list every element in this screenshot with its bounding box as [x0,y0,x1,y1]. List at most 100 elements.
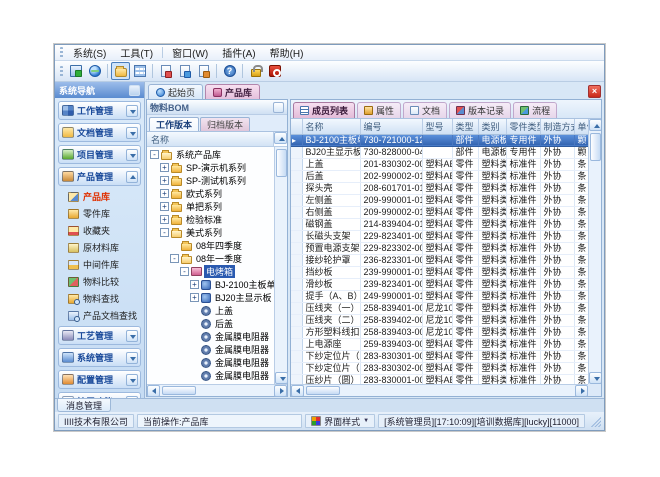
sidebar-item-material-compare[interactable]: 物料比较 [68,275,141,288]
scrollbar-thumb[interactable] [276,149,287,177]
expander-icon[interactable] [190,332,199,341]
chevron-icon[interactable] [126,149,138,161]
expander-icon[interactable] [170,241,179,250]
tab-workflow[interactable]: 流程 [513,102,557,118]
table-row[interactable]: 滑纱板 239-823401-00E 塑料ABS 零件 塑料类 标准件 外协 条 [291,278,588,290]
sidebar-group-system[interactable]: 系统管理 [58,348,141,367]
toolbar-grip[interactable] [60,66,63,77]
chevron-icon[interactable] [126,396,138,399]
tree-node[interactable]: + SP-演示机系列 [147,161,274,174]
menubar-grip[interactable] [60,47,63,58]
table-row[interactable]: 左侧盖 209-990001-01E 塑料ABS 零件 塑料类 标准件 外协 条 [291,194,588,206]
help-icon[interactable]: ? [220,62,239,80]
sidebar-group-product[interactable]: 产品管理 [58,167,141,186]
table-row[interactable]: 预置电源支架 229-823302-00E 塑料ABS 零件 塑料类 标准件 外… [291,242,588,254]
table-row[interactable]: 方形塑料线扣 258-839403-00E 尼龙1010 零件 塑料类 标准件 … [291,326,588,338]
tree-node[interactable]: + BJ20主显示板 [147,291,274,304]
column-header[interactable]: 型号 [422,119,452,134]
expander-icon[interactable]: + [160,163,169,172]
tab-documents[interactable]: 文档 [403,102,447,118]
scroll-up-icon[interactable] [274,132,287,144]
column-header[interactable]: 单位 [574,119,588,134]
expander-icon[interactable]: - [180,267,189,276]
column-header[interactable]: 类别 [478,119,506,134]
menu-item[interactable]: 插件(A) [215,44,262,61]
sidebar-group-process[interactable]: 工艺管理 [58,326,141,345]
expander-icon[interactable] [190,371,199,380]
chevron-icon[interactable] [126,171,138,183]
tab-message-management[interactable]: 消息管理 [57,399,111,412]
chevron-icon[interactable] [126,127,138,139]
sidebar-group-project[interactable]: 项目管理 [58,145,141,164]
menu-item[interactable]: 系统(S) [66,44,113,61]
table-row[interactable]: 压纱片（圆） 283-830001-00E 塑料ABS 零件 塑料类 标准件 外… [291,374,588,384]
tree-node[interactable]: - 美式系列 [147,226,274,239]
tab-properties[interactable]: 属性 [357,102,401,118]
sidebar-item-part-library[interactable]: 零件库 [68,207,141,220]
expander-icon[interactable]: - [150,150,159,159]
chevron-icon[interactable] [126,330,138,342]
tree-vertical-scrollbar[interactable] [274,147,287,384]
sidebar-item-material-search[interactable]: 物料查找 [68,292,141,305]
tree-node[interactable]: 上盖 [147,304,274,317]
sidebar-item-favorites[interactable]: 收藏夹 [68,224,141,237]
table-row[interactable]: 提手（A、B） 249-990001-01E 塑料ABS 零件 塑料类 标准件 … [291,290,588,302]
tab-start-page[interactable]: 起始页 [148,84,203,99]
table-row[interactable]: 上盖 201-830302-00E 塑料ABS 零件 塑料类 标准件 外协 条 [291,158,588,170]
tree-node[interactable]: + 欧式系列 [147,187,274,200]
expander-icon[interactable]: + [160,215,169,224]
sidebar-item-raw-material-library[interactable]: 原材料库 [68,241,141,254]
tree-node[interactable]: 金属膜电阻器 [147,356,274,369]
table-row[interactable]: ▸ BJ-2100主板单点 730-721000-12E 部件 电源板 专用件 … [291,134,588,146]
scroll-down-icon[interactable] [589,372,601,384]
report-grid-icon[interactable] [130,62,149,80]
tree-node[interactable]: 金属膜电阻器 [147,369,274,382]
expander-icon[interactable]: + [190,280,199,289]
expander-icon[interactable] [190,345,199,354]
table-row[interactable]: 长磁头支架 229-823401-00E 塑料ABS 零件 塑料类 标准件 外协… [291,230,588,242]
scroll-right-icon[interactable] [274,385,287,397]
pin-button[interactable] [273,102,284,113]
tree-node[interactable]: + SP-测试机系列 [147,174,274,187]
sidebar-item-product-doc-search[interactable]: 产品文档查找 [68,309,141,322]
table-row[interactable]: 上电源座 259-839403-00E 塑料ABS 零件 塑料类 标准件 外协 … [291,338,588,350]
scroll-left-icon[interactable] [291,385,304,397]
tree-node[interactable]: 金属膜电阻器 [147,330,274,343]
tab-working-version[interactable]: 工作版本 [149,117,199,131]
menu-item[interactable]: 工具(T) [113,44,160,61]
table-vertical-scrollbar[interactable] [588,119,601,384]
column-header[interactable]: 名称 [302,119,360,134]
tree-node[interactable]: - 系统产品库 [147,148,274,161]
tab-product-library[interactable]: 产品库 [205,84,260,99]
chevron-icon[interactable] [126,374,138,386]
resize-grip[interactable] [589,415,601,427]
tree-node[interactable]: 后盖 [147,317,274,330]
close-tab-button[interactable]: × [588,85,601,98]
menu-item[interactable]: 窗口(W) [165,44,215,61]
expander-icon[interactable] [190,358,199,367]
menu-item[interactable]: 帮助(H) [263,44,311,61]
scrollbar-thumb[interactable] [306,386,340,395]
tree-node[interactable]: 08年四季度 [147,239,274,252]
screen-icon[interactable] [66,62,85,80]
sidebar-group-configuration[interactable]: 配置管理 [58,370,141,389]
column-name[interactable]: 名称 [147,132,274,146]
sidebar-item-product-library[interactable]: 产品库 [68,190,141,203]
sidebar-item-intermediate-library[interactable]: 中间件库 [68,258,141,271]
table-row[interactable]: BJ20主显示板 730-828000-04E 部件 电源板 专用件 外协 颗 [291,146,588,158]
sidebar-options-button[interactable] [129,85,140,96]
tab-archived-version[interactable]: 归档版本 [200,117,250,131]
lock-icon[interactable] [246,62,265,80]
column-header[interactable]: 编号 [360,119,422,134]
tab-member-list[interactable]: 成员列表 [293,102,355,118]
sidebar-group-work[interactable]: 工作管理 [58,101,141,120]
tree-node[interactable]: + 检验标准 [147,213,274,226]
expander-icon[interactable] [190,319,199,328]
scrollbar-thumb[interactable] [162,386,196,395]
table-horizontal-scrollbar[interactable] [291,384,588,396]
tree-node[interactable]: 金属膜电阻器 [147,343,274,356]
tree-node[interactable]: + BJ-2100主板单点 [147,278,274,291]
exit-icon[interactable] [265,62,284,80]
tab-version-history[interactable]: 版本记录 [449,102,511,118]
scroll-left-icon[interactable] [147,385,160,397]
